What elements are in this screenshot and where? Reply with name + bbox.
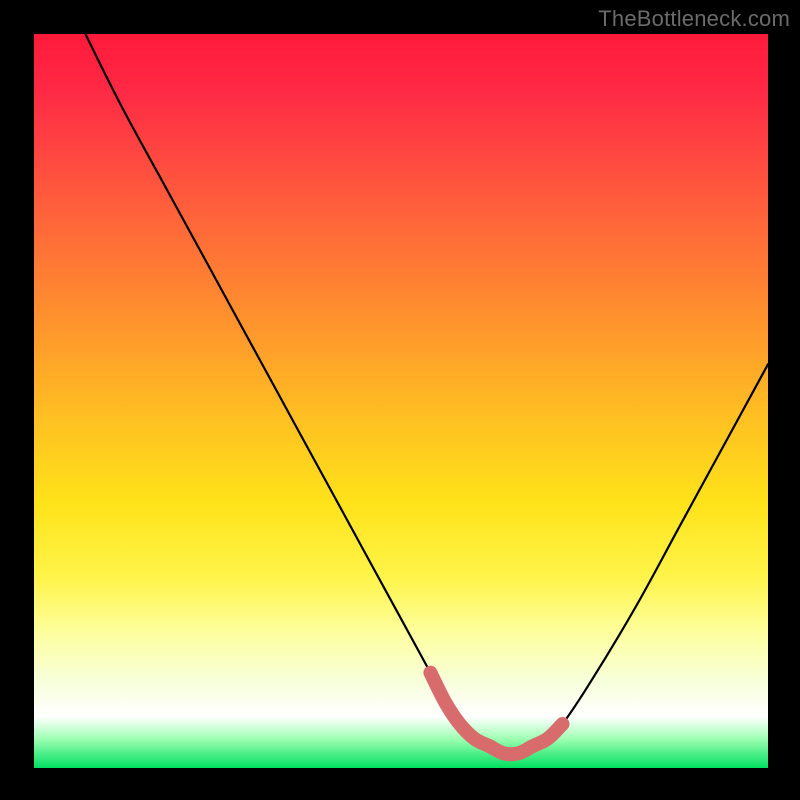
curve-svg [34,34,768,768]
watermark-text: TheBottleneck.com [598,6,790,32]
highlight-segment [430,673,562,755]
chart-frame: TheBottleneck.com [0,0,800,800]
bottleneck-curve [85,34,768,754]
plot-area [34,34,768,768]
